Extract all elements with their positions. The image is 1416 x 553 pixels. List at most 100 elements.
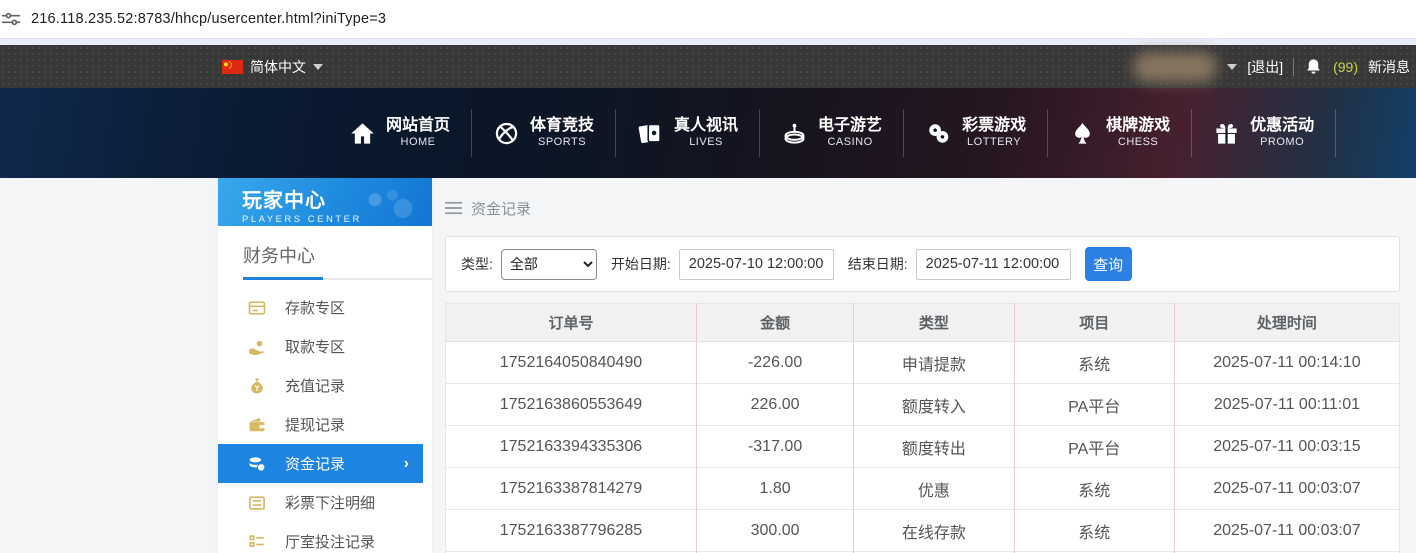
cell-order-no: 1752164050840490: [445, 341, 697, 384]
username-redacted[interactable]: [1133, 51, 1218, 82]
new-message-label[interactable]: 新消息: [1368, 57, 1410, 77]
nav-item-promo[interactable]: 优惠活动 PROMO: [1192, 109, 1337, 157]
nav-label-zh: 体育竞技: [530, 117, 595, 135]
sidebar-item-fund-record[interactable]: 资金记录 ›: [218, 444, 423, 483]
language-selector[interactable]: 简体中文: [222, 57, 323, 77]
coins-icon: [249, 456, 266, 472]
column-header-type: 类型: [853, 303, 1015, 342]
nav-item-casino[interactable]: 电子游艺 CASINO: [760, 109, 905, 157]
type-select[interactable]: 全部: [500, 248, 597, 280]
nav-label-en: SPORTS: [538, 136, 587, 149]
query-button[interactable]: 查询: [1084, 247, 1132, 281]
cell-process-time: 2025-07-11 00:11:01: [1173, 383, 1400, 426]
start-date-label: 开始日期:: [610, 256, 671, 272]
active-chevron-right-icon: ›: [403, 454, 409, 472]
spade-icon: [1075, 122, 1090, 144]
nav-item-sports[interactable]: 体育竞技 SPORTS: [472, 109, 617, 157]
cell-order-no: 1752163394335306: [445, 425, 697, 468]
cell-amount: 300.00: [695, 509, 854, 552]
china-flag-icon: [222, 59, 243, 74]
cell-type: 额度转入: [853, 383, 1015, 426]
site-settings-icon[interactable]: [1, 9, 21, 29]
sidebar-item-label: 资金记录: [285, 456, 346, 473]
user-chevron-down-icon[interactable]: [1227, 63, 1238, 70]
cell-amount: -226.00: [695, 341, 854, 384]
filter-panel: 类型: 全部 开始日期: 结束日期: 查询: [445, 236, 1400, 292]
cell-type: 优惠: [853, 467, 1015, 510]
column-header-order-no: 订单号: [445, 303, 697, 342]
logout-link[interactable]: [退出]: [1247, 57, 1283, 77]
nav-label-en: CASINO: [827, 136, 873, 149]
page-title: 资金记录: [471, 200, 532, 218]
message-count[interactable]: (99): [1333, 59, 1358, 75]
cell-amount: 1.80: [695, 467, 854, 510]
cell-order-no: 1752163387814279: [445, 467, 697, 510]
fund-record-table: 订单号 金额 类型 项目 处理时间 1752164050840490 -226.…: [445, 303, 1400, 553]
cell-project: 系统: [1013, 467, 1175, 510]
table-row: 1752163394335306 -317.00 额度转出 PA平台 2025-…: [445, 425, 1400, 468]
cell-process-time: 2025-07-11 00:03:07: [1173, 467, 1400, 510]
hamburger-menu-icon[interactable]: [445, 201, 462, 215]
home-icon: [351, 122, 374, 144]
money-bag-icon: [251, 378, 263, 394]
address-bar-url[interactable]: 216.118.235.52:8783/hhcp/usercenter.html…: [31, 11, 386, 27]
sidebar-item-label: 取款专区: [285, 339, 346, 356]
playing-cards-icon: [638, 123, 661, 143]
cell-amount: -317.00: [695, 425, 854, 468]
table-row: 1752163860553649 226.00 额度转入 PA平台 2025-0…: [445, 383, 1400, 426]
sidebar-item-withdraw-record[interactable]: 提现记录: [218, 405, 432, 444]
sidebar-item-label: 存款专区: [285, 300, 346, 317]
browser-url-bar[interactable]: 216.118.235.52:8783/hhcp/usercenter.html…: [0, 0, 1416, 38]
table-row: 1752164050840490 -226.00 申请提款 系统 2025-07…: [445, 341, 1400, 384]
start-date-input[interactable]: [678, 248, 834, 280]
table-row: 1752163387796285 300.00 在线存款 系统 2025-07-…: [445, 509, 1400, 552]
finance-section-title: 财务中心: [243, 246, 315, 266]
sidebar-header: 玩家中心 PLAYERS CENTER: [218, 178, 432, 226]
nav-item-chess[interactable]: 棋牌游戏 CHESS: [1048, 109, 1193, 157]
nav-label-en: PROMO: [1260, 136, 1305, 149]
column-header-project: 项目: [1013, 303, 1175, 342]
cell-process-time: 2025-07-11 00:14:10: [1173, 341, 1400, 384]
sidebar-item-label: 提现记录: [285, 417, 346, 434]
nav-label-en: HOME: [400, 136, 436, 149]
sidebar-title: 玩家中心: [242, 190, 326, 212]
nav-label-zh: 彩票游戏: [962, 117, 1027, 135]
chevron-down-icon: [313, 63, 323, 70]
nav-label-zh: 优惠活动: [1250, 117, 1315, 135]
end-date-label: 结束日期:: [847, 256, 908, 272]
browser-bottom-strip: [0, 38, 1416, 45]
cell-process-time: 2025-07-11 00:03:07: [1173, 509, 1400, 552]
sidebar-item-lottery-bet-detail[interactable]: 彩票下注明细: [218, 483, 432, 522]
sidebar-item-label: 彩票下注明细: [285, 495, 376, 512]
list-icon: [249, 495, 265, 510]
table-header-row: 订单号 金额 类型 项目 处理时间: [445, 303, 1400, 342]
gift-icon: [1216, 123, 1237, 144]
type-label: 类型:: [461, 256, 493, 272]
utility-topbar: 简体中文 [退出] (99) 新消息: [0, 45, 1416, 88]
nav-item-home[interactable]: 网站首页 HOME: [328, 109, 473, 157]
nav-item-lottery[interactable]: 彩票游戏 LOTTERY: [904, 109, 1049, 157]
sidebar-item-recharge-record[interactable]: 充值记录: [218, 366, 432, 405]
main-navbar: 网站首页 HOME 体育竞技 SPORTS 真人视讯 LIVES 电子游艺 CASINO: [0, 88, 1416, 178]
roulette-icon: [784, 123, 805, 144]
nav-label-zh: 电子游艺: [818, 117, 883, 135]
nav-label-en: CHESS: [1117, 136, 1159, 149]
player-center-sidebar: 玩家中心 PLAYERS CENTER 财务中心 存款专区 取款专区 充值记录 …: [218, 178, 432, 553]
nav-label-en: LOTTERY: [967, 136, 1022, 149]
table-row: 1752163387814279 1.80 优惠 系统 2025-07-11 0…: [445, 467, 1400, 510]
cell-project: PA平台: [1013, 425, 1175, 468]
sidebar-subtitle: PLAYERS CENTER: [242, 214, 362, 225]
cell-process-time: 2025-07-11 00:03:15: [1173, 425, 1400, 468]
notification-bell-icon[interactable]: [1304, 57, 1323, 76]
nav-item-lives[interactable]: 真人视讯 LIVES: [616, 109, 761, 157]
cell-project: 系统: [1013, 509, 1175, 552]
sidebar-item-deposit-zone[interactable]: 存款专区: [218, 288, 432, 327]
sidebar-item-withdraw-zone[interactable]: 取款专区: [218, 327, 432, 366]
sidebar-item-hall-bet-record[interactable]: 厅室投注记录: [218, 522, 432, 553]
column-header-amount: 金额: [695, 303, 854, 342]
cell-type: 在线存款: [853, 509, 1015, 552]
topbar-divider: [1293, 57, 1295, 76]
sidebar-item-label: 厅室投注记录: [285, 534, 376, 551]
clipboard-list-icon: [249, 534, 264, 547]
end-date-input[interactable]: [915, 248, 1071, 280]
